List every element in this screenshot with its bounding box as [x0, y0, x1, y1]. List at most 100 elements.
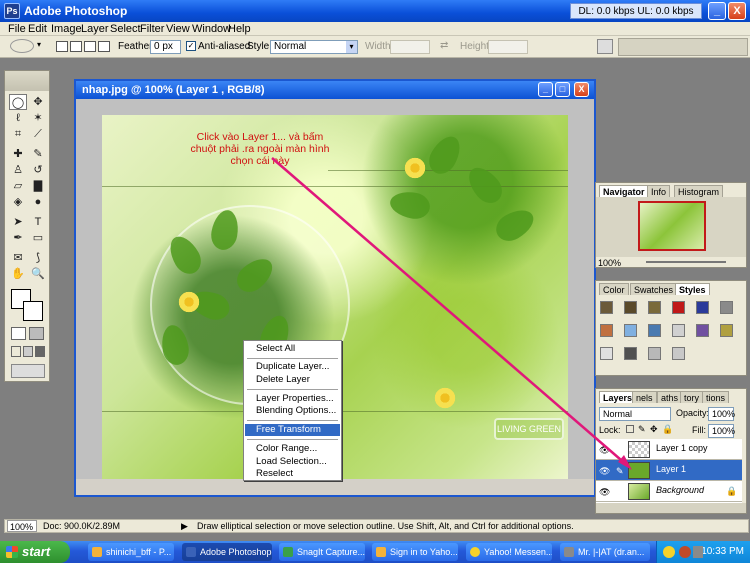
chevron-down-icon[interactable]: ▾	[37, 40, 41, 49]
taskbar-item[interactable]: Sign in to Yaho...	[372, 543, 458, 561]
tab-layers[interactable]: Layers	[599, 391, 637, 403]
brush-tool-icon[interactable]: ✎	[29, 146, 47, 162]
move-tool-icon[interactable]: ✥	[29, 94, 47, 110]
menu-filter[interactable]: Filter	[140, 22, 164, 36]
play-icon[interactable]: ▶	[181, 520, 188, 532]
menu-edit[interactable]: Edit	[28, 22, 47, 36]
tab-navigator[interactable]: Navigator	[599, 185, 649, 197]
menu-window[interactable]: Window	[192, 22, 231, 36]
minimize-button[interactable]: _	[708, 2, 726, 20]
menu-item-delete-layer[interactable]: Delete Layer	[245, 374, 340, 386]
eye-icon[interactable]: 👁	[599, 445, 610, 456]
menu-view[interactable]: View	[166, 22, 190, 36]
style-swatch[interactable]	[648, 347, 661, 360]
path-select-icon[interactable]: ➤	[9, 214, 27, 230]
menu-item-free-transform[interactable]: Free Transform	[245, 424, 340, 436]
taskbar-item[interactable]: shinichi_bff - P...	[88, 543, 174, 561]
add-selection-icon[interactable]	[70, 41, 82, 52]
screen-mode-dark-icon[interactable]	[35, 346, 45, 357]
zoom-level[interactable]: 100%	[7, 520, 37, 532]
layer-row[interactable]: 👁 ✎ Layer 1	[596, 460, 742, 481]
menu-item-select-all[interactable]: Select All	[245, 343, 340, 355]
eye-icon[interactable]: 👁	[599, 487, 610, 498]
lock-transparency-icon[interactable]	[626, 425, 634, 433]
tab-color[interactable]: Color	[599, 283, 629, 295]
style-swatch[interactable]	[624, 301, 637, 314]
navigator-thumbnail[interactable]	[638, 201, 706, 251]
menu-item-blending-options[interactable]: Blending Options...	[245, 405, 340, 417]
file-browser-icon[interactable]	[597, 39, 613, 54]
style-select[interactable]: Normal	[270, 40, 358, 54]
lock-all-icon[interactable]: 🔒	[662, 424, 673, 435]
magic-wand-icon[interactable]: ✶	[29, 110, 47, 126]
pen-tool-icon[interactable]: ✒	[9, 230, 27, 246]
zoom-tool-icon[interactable]: 🔍	[29, 266, 47, 282]
menu-layer[interactable]: Layer	[81, 22, 109, 36]
volume-icon[interactable]	[693, 546, 703, 558]
navigator-zoom[interactable]: 100%	[598, 258, 621, 268]
style-swatch[interactable]	[672, 301, 685, 314]
style-swatch[interactable]	[720, 301, 733, 314]
history-brush-icon[interactable]: ↺	[29, 162, 47, 178]
eyedropper-icon[interactable]: ⟆	[29, 250, 47, 266]
eraser-tool-icon[interactable]: ▱	[9, 178, 27, 194]
lock-position-icon[interactable]: ✥	[650, 424, 658, 435]
menu-item-load-selection[interactable]: Load Selection...	[245, 456, 340, 468]
eye-icon[interactable]: 👁	[599, 466, 610, 477]
style-swatch[interactable]	[720, 324, 733, 337]
layer-row[interactable]: 👁 Background 🔒	[596, 481, 742, 502]
style-swatch[interactable]	[696, 324, 709, 337]
style-swatch[interactable]	[600, 324, 613, 337]
style-swatch[interactable]	[648, 324, 661, 337]
style-swatch[interactable]	[624, 324, 637, 337]
crop-tool-icon[interactable]: ⌗	[9, 126, 27, 142]
menu-item-duplicate-layer[interactable]: Duplicate Layer...	[245, 361, 340, 373]
marquee-tool-icon[interactable]: ◯	[9, 94, 27, 110]
opacity-input[interactable]: 100%	[708, 407, 735, 421]
yahoo-tray-icon[interactable]	[663, 546, 675, 558]
clock[interactable]: 10:33 PM	[701, 546, 744, 557]
intersect-selection-icon[interactable]	[98, 41, 110, 52]
jump-to-imageready-icon[interactable]	[11, 364, 45, 378]
style-swatch[interactable]	[672, 347, 685, 360]
screen-mode-full-icon[interactable]	[23, 346, 33, 357]
menu-item-reselect[interactable]: Reselect	[245, 468, 340, 480]
doc-maximize-button[interactable]: □	[555, 82, 570, 97]
fill-input[interactable]: 100%	[708, 424, 735, 438]
menu-item-layer-properties[interactable]: Layer Properties...	[245, 393, 340, 405]
stamp-tool-icon[interactable]: ♙	[9, 162, 27, 178]
menu-image[interactable]: Image	[51, 22, 82, 36]
layer-row[interactable]: 👁 Layer 1 copy	[596, 439, 742, 460]
tab-history[interactable]: tory	[680, 391, 704, 403]
blur-tool-icon[interactable]: ◈	[9, 194, 27, 210]
zoom-slider[interactable]	[646, 261, 726, 263]
style-swatch[interactable]	[600, 347, 613, 360]
tab-paths[interactable]: aths	[657, 391, 683, 403]
lock-pixels-icon[interactable]: ✎	[638, 424, 646, 435]
hand-tool-icon[interactable]: ✋	[9, 266, 27, 282]
quickmask-mode-icon[interactable]	[29, 327, 44, 340]
doc-minimize-button[interactable]: _	[538, 82, 553, 97]
antialiased-checkbox[interactable]: ✓	[186, 41, 196, 51]
lasso-tool-icon[interactable]: ℓ	[9, 110, 27, 126]
taskbar-item[interactable]: Mr. |-|AT (dr.an...	[560, 543, 650, 561]
tab-info[interactable]: Info	[647, 185, 671, 197]
close-button[interactable]: X	[728, 2, 746, 20]
style-swatch[interactable]	[624, 347, 637, 360]
new-selection-icon[interactable]	[56, 41, 68, 52]
tab-actions[interactable]: tions	[702, 391, 730, 403]
taskbar-item[interactable]: Yahoo! Messen...	[466, 543, 552, 561]
style-swatch[interactable]	[696, 301, 709, 314]
screen-mode-icon[interactable]	[11, 346, 21, 357]
standard-mode-icon[interactable]	[11, 327, 26, 340]
doc-close-button[interactable]: X	[574, 82, 589, 97]
background-color-swatch[interactable]	[23, 301, 43, 321]
tab-styles[interactable]: Styles	[675, 283, 710, 295]
feather-input[interactable]: 0 px	[150, 40, 181, 54]
tab-swatches[interactable]: Swatches	[630, 283, 678, 295]
style-swatch[interactable]	[600, 301, 613, 314]
style-swatch[interactable]	[672, 324, 685, 337]
slice-tool-icon[interactable]: ⟋	[29, 126, 47, 142]
notes-tool-icon[interactable]: ✉	[9, 250, 27, 266]
toolbox-grip[interactable]	[5, 71, 49, 91]
